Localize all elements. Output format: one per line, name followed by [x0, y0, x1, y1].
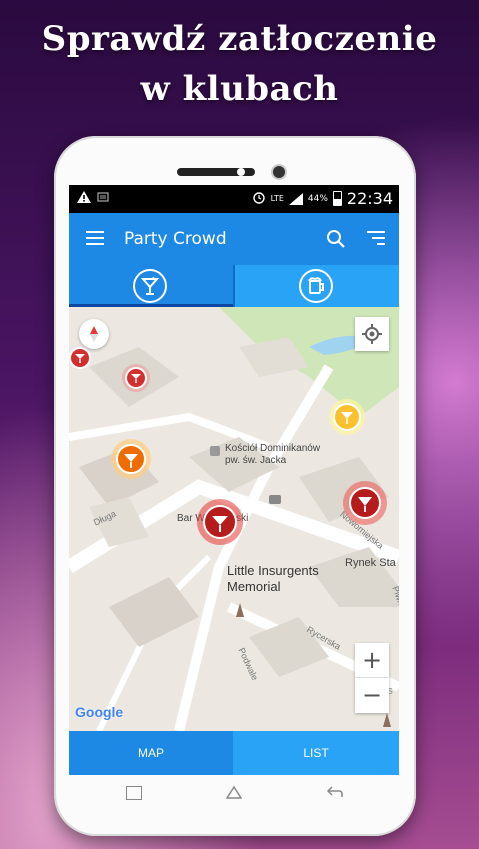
venue-type-tabs [69, 265, 399, 307]
beer-mug-icon [299, 269, 333, 303]
crosshair-icon [362, 324, 382, 344]
club-marker-high[interactable] [341, 479, 389, 527]
phone-camera [273, 166, 285, 178]
tab-list[interactable]: LIST [233, 731, 399, 775]
zoom-out-button[interactable]: − [355, 678, 389, 712]
signal-icon [288, 192, 303, 205]
phone-sensor [237, 168, 245, 176]
rynek-label: Rynek Sta [345, 557, 396, 569]
headline-line-1: Sprawdź zatłoczenie [41, 19, 438, 59]
club-marker-high[interactable] [69, 347, 91, 369]
network-type: LTE [270, 194, 284, 203]
my-location-button[interactable] [355, 317, 389, 351]
zoom-controls: + − [355, 643, 389, 713]
app-title: Party Crowd [124, 229, 227, 249]
tab-map[interactable]: MAP [69, 731, 233, 775]
battery-percent: 44% [307, 193, 328, 204]
menu-icon[interactable] [86, 231, 104, 245]
cocktail-icon [133, 269, 167, 303]
tab-cocktail-bars[interactable] [69, 265, 233, 307]
church-icon [210, 446, 220, 456]
phone-screen: LTE 44% 22:34 Party Crowd Kościół Domini… [69, 185, 399, 775]
club-marker-low[interactable] [327, 397, 367, 437]
headline-line-2: w klubach [140, 69, 339, 109]
clock: 22:34 [346, 189, 393, 208]
android-nav-bar [69, 775, 399, 811]
home-icon[interactable] [225, 784, 243, 799]
warning-icon [77, 191, 91, 206]
club-marker-medium[interactable] [109, 437, 153, 481]
map-view[interactable]: Kościół Dominikanów pw. św. Jacka Bar Wa… [69, 307, 399, 731]
tab-pubs[interactable] [235, 265, 399, 307]
alarm-icon [252, 190, 266, 207]
promo-headline: Sprawdź zatłoczenie w klubach [0, 14, 479, 114]
search-icon[interactable] [325, 228, 347, 250]
sort-icon[interactable] [367, 231, 385, 247]
compass-button[interactable] [79, 319, 109, 349]
club-marker-high[interactable] [195, 497, 245, 547]
view-switch-tabs: MAP LIST [69, 731, 399, 775]
memorial-label: Little Insurgents Memorial [227, 563, 319, 594]
camera-poi-icon [269, 495, 281, 504]
app-bar: Party Crowd [69, 213, 399, 265]
status-bar: LTE 44% 22:34 [69, 185, 399, 213]
recent-apps-icon[interactable] [126, 786, 142, 800]
compass-icon [90, 326, 98, 342]
battery-icon [332, 191, 342, 206]
zoom-in-button[interactable]: + [355, 643, 389, 678]
club-marker-high[interactable] [121, 363, 151, 393]
google-attribution: Google [75, 704, 124, 720]
church-label: Kościół Dominikanów pw. św. Jacka [225, 443, 321, 466]
back-icon[interactable] [326, 784, 344, 798]
notification-icon [97, 191, 109, 206]
